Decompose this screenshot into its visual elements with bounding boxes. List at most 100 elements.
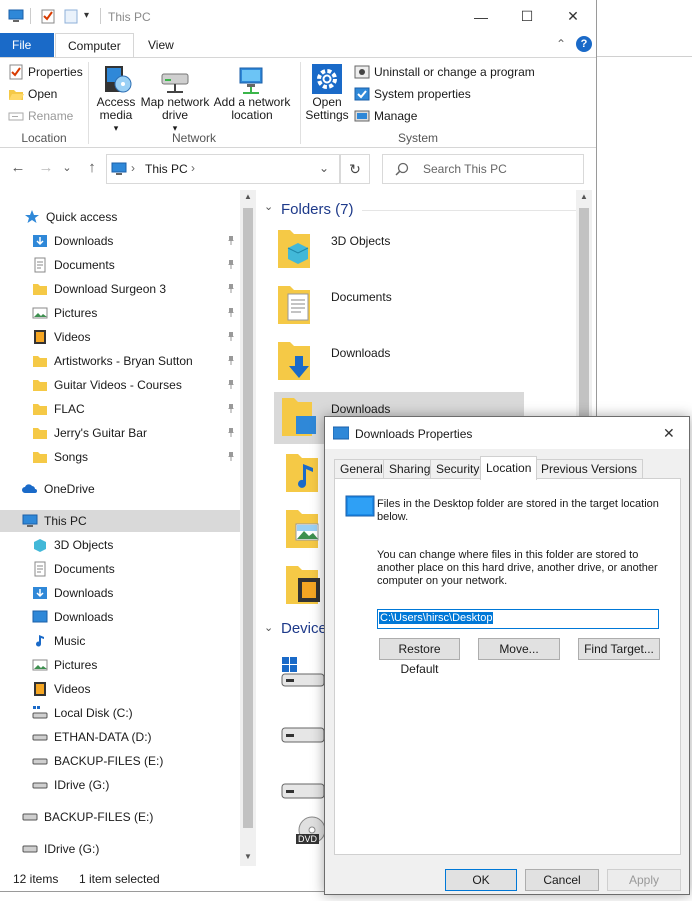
scroll-up-arrow[interactable]: ▲ <box>580 192 588 201</box>
nav-this-pc-item[interactable]: Music <box>0 630 240 652</box>
nav-pinned-item[interactable]: Jerry's Guitar Bar <box>0 422 240 444</box>
tab-previous-versions[interactable]: Previous Versions <box>535 459 644 479</box>
nav-this-pc-item[interactable]: Local Disk (C:) <box>0 702 240 724</box>
uninstall-program-button[interactable]: Uninstall or change a program <box>354 62 535 82</box>
folders-header[interactable]: Folders (7) <box>281 201 354 218</box>
nav-pinned-item[interactable]: Documents <box>0 254 240 276</box>
drive-icon[interactable] <box>280 774 326 804</box>
pictures-folder-icon[interactable] <box>282 506 324 552</box>
tab-view[interactable]: View <box>136 33 186 57</box>
nav-label: OneDrive <box>44 482 95 496</box>
qat-dropdown[interactable]: ▾ <box>84 10 89 21</box>
tab-location[interactable]: Location <box>480 456 538 480</box>
nav-backup-files-drive[interactable]: BACKUP-FILES (E:) <box>0 806 240 828</box>
nav-pinned-item[interactable]: Videos <box>0 326 240 348</box>
nav-idrive-drive[interactable]: IDrive (G:) <box>0 838 240 860</box>
breadcrumb-this-pc[interactable]: This PC <box>145 162 188 176</box>
videos-folder-icon[interactable] <box>282 562 324 608</box>
nav-this-pc-item[interactable]: Videos <box>0 678 240 700</box>
nav-pinned-item[interactable]: FLAC <box>0 398 240 420</box>
scroll-up-arrow[interactable]: ▲ <box>244 192 252 201</box>
add-network-location-button[interactable]: Add a network location <box>212 62 292 122</box>
map-network-drive-button[interactable]: Map network drive ▾ <box>139 62 211 135</box>
nav-pinned-item[interactable]: Downloads <box>0 230 240 252</box>
find-target-button[interactable]: Find Target... <box>578 638 660 660</box>
maximize-button[interactable]: ☐ <box>504 0 550 33</box>
nav-label: Downloads <box>54 234 114 248</box>
nav-quick-access[interactable]: Quick access <box>0 206 240 228</box>
address-box[interactable]: › This PC › ⌄ <box>106 154 340 184</box>
nav-pinned-item[interactable]: Guitar Videos - Courses <box>0 374 240 396</box>
tab-file[interactable]: File <box>0 33 54 57</box>
breadcrumb-separator[interactable]: › <box>131 161 135 175</box>
ok-button[interactable]: OK <box>445 869 517 891</box>
scroll-down-arrow[interactable]: ▼ <box>244 852 252 861</box>
nav-pinned-item[interactable]: Pictures <box>0 302 240 324</box>
properties-qat-icon[interactable] <box>40 8 56 24</box>
forward-button[interactable]: → <box>36 158 56 178</box>
pin-icon <box>226 403 236 413</box>
nav-scrollbar[interactable]: ▲ ▼ <box>240 190 256 866</box>
nav-this-pc[interactable]: This PC <box>0 510 240 532</box>
minimize-button[interactable]: — <box>458 0 504 33</box>
scroll-thumb[interactable] <box>243 208 253 828</box>
access-media-button[interactable]: Access media ▾ <box>94 62 138 135</box>
new-folder-qat-icon[interactable] <box>63 8 79 24</box>
refresh-button[interactable]: ↻ <box>340 154 370 184</box>
help-icon[interactable]: ? <box>576 36 592 52</box>
properties-button[interactable]: Properties <box>8 62 83 82</box>
breadcrumb-separator[interactable]: › <box>191 161 195 175</box>
up-button[interactable]: ↑ <box>82 158 102 178</box>
rename-icon <box>8 112 24 121</box>
address-dropdown[interactable]: ⌄ <box>319 161 329 175</box>
apply-button[interactable]: Apply <box>607 869 681 891</box>
tab-computer[interactable]: Computer <box>55 33 134 58</box>
manage-button[interactable]: Manage <box>354 106 417 126</box>
open-settings-button[interactable]: Open Settings <box>304 62 350 122</box>
move-button[interactable]: Move... <box>478 638 560 660</box>
music-folder-icon[interactable] <box>282 450 324 496</box>
collapse-chevron-icon[interactable]: ⌄ <box>264 621 273 634</box>
tab-sharing[interactable]: Sharing <box>383 459 437 479</box>
dialog-close-button[interactable]: ✕ <box>663 425 675 442</box>
nav-this-pc-item[interactable]: Documents <box>0 558 240 580</box>
target-path-input[interactable]: C:\Users\hirsc\Desktop <box>377 609 659 629</box>
dvd-drive[interactable]: DVD <box>294 816 326 848</box>
system-properties-button[interactable]: System properties <box>354 84 471 104</box>
scroll-thumb[interactable] <box>579 208 589 448</box>
tab-general[interactable]: General <box>334 459 389 479</box>
nav-this-pc-item[interactable]: Downloads <box>0 606 240 628</box>
close-button[interactable]: ✕ <box>550 0 596 33</box>
cancel-button[interactable]: Cancel <box>525 869 599 891</box>
nav-pinned-item[interactable]: Songs <box>0 446 240 468</box>
ribbon-tabs: File Computer View ⌃ ? <box>0 33 596 58</box>
folder-3d-objects[interactable]: 3D Objects <box>274 226 506 278</box>
folder-downloads[interactable]: Downloads <box>274 338 506 390</box>
nav-pinned-item[interactable]: Artistworks - Bryan Sutton <box>0 350 240 372</box>
open-button[interactable]: Open <box>8 84 57 104</box>
devices-header[interactable]: Device <box>281 620 327 637</box>
drive-icon <box>22 845 38 853</box>
drive-icon[interactable] <box>280 718 326 748</box>
nav-this-pc-item[interactable]: Pictures <box>0 654 240 676</box>
nav-pinned-item[interactable]: Download Surgeon 3 <box>0 278 240 300</box>
collapse-chevron-icon[interactable]: ⌄ <box>264 200 273 213</box>
restore-default-button[interactable]: Restore Default <box>379 638 460 676</box>
group-label-location: Location <box>21 131 67 145</box>
nav-onedrive[interactable]: OneDrive <box>0 478 240 500</box>
folder-documents[interactable]: Documents <box>274 282 506 334</box>
nav-this-pc-item[interactable]: ETHAN-DATA (D:) <box>0 726 240 748</box>
rename-button[interactable]: Rename <box>8 106 73 126</box>
nav-this-pc-item[interactable]: BACKUP-FILES (E:) <box>0 750 240 772</box>
folder-name: Documents <box>331 290 392 304</box>
local-disk-icon[interactable] <box>280 654 326 690</box>
nav-this-pc-item[interactable]: Downloads <box>0 582 240 604</box>
nav-this-pc-item[interactable]: 3D Objects <box>0 534 240 556</box>
music-icon <box>36 635 44 647</box>
back-button[interactable]: ← <box>8 158 28 178</box>
nav-this-pc-item[interactable]: IDrive (G:) <box>0 774 240 796</box>
recent-locations-button[interactable]: ⌄ <box>60 158 74 178</box>
ribbon-collapse-icon[interactable]: ⌃ <box>556 37 566 51</box>
search-box[interactable]: Search This PC <box>382 154 584 184</box>
tab-security[interactable]: Security <box>430 459 486 479</box>
